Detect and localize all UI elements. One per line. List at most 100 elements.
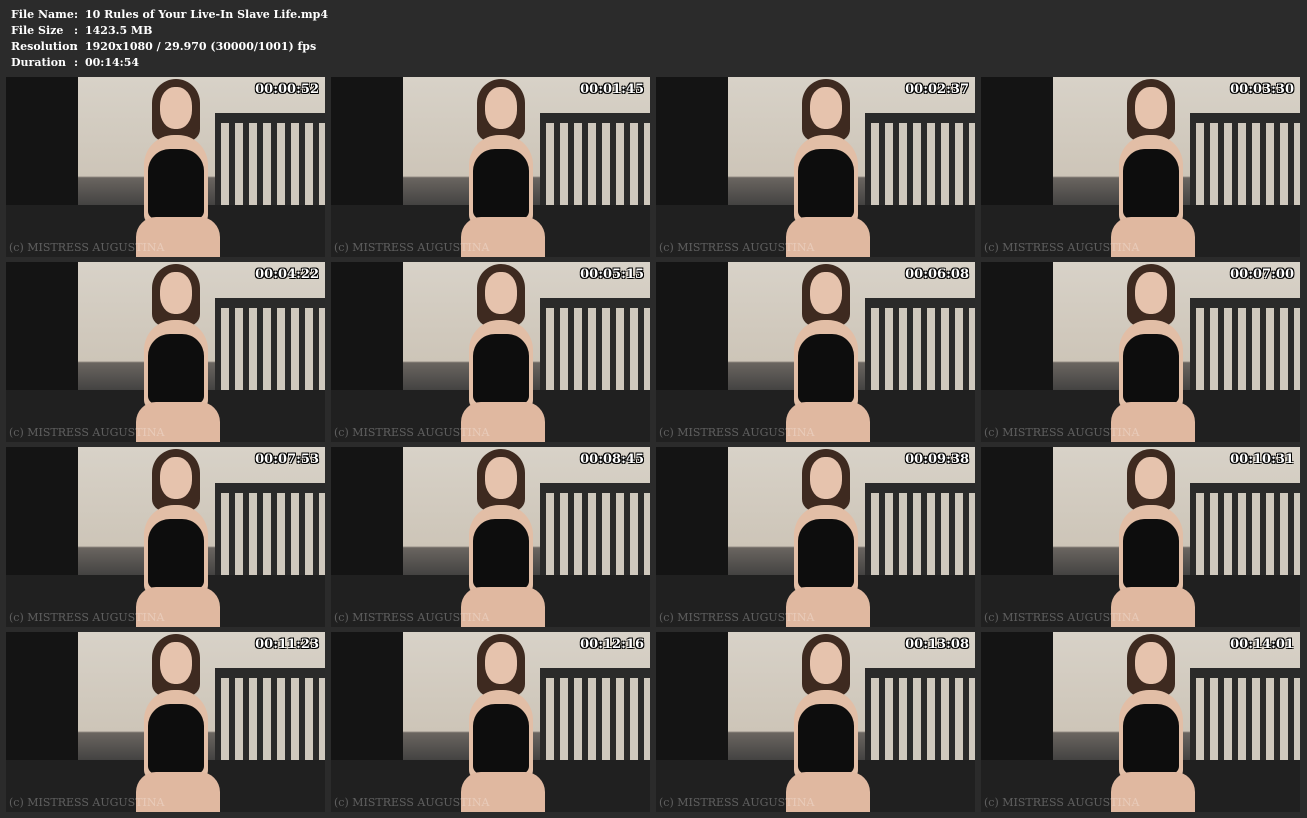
thumbnail-watermark: (c) MISTRESS AUGUSTINA [9,796,165,809]
person-figure [1101,447,1201,627]
thumbnail-timestamp: 00:12:16 [580,637,644,652]
thumbnail-timestamp: 00:06:08 [905,267,969,282]
curtain [656,262,728,407]
thumbnail-timestamp: 00:09:38 [905,452,969,467]
person-figure [451,77,551,257]
face [160,642,192,684]
info-label: File Name [11,8,74,21]
person-figure [776,447,876,627]
thumbnail-watermark: (c) MISTRESS AUGUSTINA [984,611,1140,624]
info-label: Duration [11,56,67,69]
video-thumbnail: 00:10:31 (c) MISTRESS AUGUSTINA [981,447,1300,627]
corset [473,334,529,404]
video-thumbnail: 00:01:45 (c) MISTRESS AUGUSTINA [331,77,650,257]
face [1135,87,1167,129]
face [810,642,842,684]
person-figure [1101,632,1201,812]
face [810,87,842,129]
thumbnail-timestamp: 00:07:53 [255,452,319,467]
corset [473,704,529,774]
curtain [6,632,78,777]
face [160,87,192,129]
video-thumbnail: 00:14:01 (c) MISTRESS AUGUSTINA [981,632,1300,812]
info-value: 1920x1080 / 29.970 (30000/1001) fps [85,40,317,53]
thumbnail-watermark: (c) MISTRESS AUGUSTINA [984,241,1140,254]
thumbnail-watermark: (c) MISTRESS AUGUSTINA [334,241,490,254]
video-thumbnail: 00:12:16 (c) MISTRESS AUGUSTINA [331,632,650,812]
face [160,272,192,314]
info-value: 10 Rules of Your Live-In Slave Life.mp4 [85,8,328,21]
face [485,87,517,129]
person-figure [776,77,876,257]
corset [1123,149,1179,219]
thumbnail-timestamp: 00:05:15 [580,267,644,282]
thumbnail-watermark: (c) MISTRESS AUGUSTINA [9,611,165,624]
info-label: File Size [11,24,64,37]
curtain [331,77,403,222]
thumbnail-timestamp: 00:01:45 [580,82,644,97]
curtain [6,77,78,222]
thumbnail-timestamp: 00:07:00 [1230,267,1294,282]
thumbnail-timestamp: 00:04:22 [255,267,319,282]
person-figure [451,447,551,627]
corset [148,704,204,774]
face [810,272,842,314]
curtain [981,447,1053,592]
corset [473,519,529,589]
person-figure [1101,262,1201,442]
person-figure [126,632,226,812]
corset [1123,519,1179,589]
video-thumbnail: 00:04:22 (c) MISTRESS AUGUSTINA [6,262,325,442]
thumbnail-watermark: (c) MISTRESS AUGUSTINA [334,426,490,439]
face [160,457,192,499]
person-figure [126,447,226,627]
video-thumbnail: 00:13:08 (c) MISTRESS AUGUSTINA [656,632,975,812]
corset [148,334,204,404]
face [485,642,517,684]
curtain [6,447,78,592]
corset [798,704,854,774]
person-figure [126,77,226,257]
corset [148,149,204,219]
thumbnail-watermark: (c) MISTRESS AUGUSTINA [984,796,1140,809]
video-thumbnail: 00:02:37 (c) MISTRESS AUGUSTINA [656,77,975,257]
info-row-duration: Duration : 00:14:54 [11,55,328,71]
thumbnail-watermark: (c) MISTRESS AUGUSTINA [334,796,490,809]
thumbnail-timestamp: 00:14:01 [1230,637,1294,652]
face [810,457,842,499]
person-figure [451,632,551,812]
face [485,457,517,499]
info-label: Resolution [11,40,78,53]
thumbnail-timestamp: 00:02:37 [905,82,969,97]
video-thumbnail: 00:03:30 (c) MISTRESS AUGUSTINA [981,77,1300,257]
thumbnail-timestamp: 00:03:30 [1230,82,1294,97]
thumbnail-timestamp: 00:00:52 [255,82,319,97]
thumbnail-watermark: (c) MISTRESS AUGUSTINA [984,426,1140,439]
video-thumbnail: 00:07:00 (c) MISTRESS AUGUSTINA [981,262,1300,442]
face [1135,457,1167,499]
curtain [6,262,78,407]
video-thumbnail: 00:11:23 (c) MISTRESS AUGUSTINA [6,632,325,812]
info-row-file-size: File Size : 1423.5 MB [11,23,328,39]
corset [798,149,854,219]
thumbnail-watermark: (c) MISTRESS AUGUSTINA [9,241,165,254]
thumbnail-watermark: (c) MISTRESS AUGUSTINA [659,796,815,809]
info-value: 1423.5 MB [85,24,153,37]
person-figure [126,262,226,442]
video-thumbnail: 00:06:08 (c) MISTRESS AUGUSTINA [656,262,975,442]
person-figure [1101,77,1201,257]
corset [798,334,854,404]
curtain [331,632,403,777]
curtain [656,632,728,777]
thumbnail-timestamp: 00:11:23 [255,637,319,652]
thumbnail-timestamp: 00:08:45 [580,452,644,467]
corset [148,519,204,589]
corset [798,519,854,589]
video-thumbnail: 00:09:38 (c) MISTRESS AUGUSTINA [656,447,975,627]
video-thumbnail: 00:08:45 (c) MISTRESS AUGUSTINA [331,447,650,627]
info-row-resolution: Resolution : 1920x1080 / 29.970 (30000/1… [11,39,328,55]
video-thumbnail: 00:00:52 (c) MISTRESS AUGUSTINA [6,77,325,257]
face [1135,642,1167,684]
face [485,272,517,314]
curtain [981,262,1053,407]
